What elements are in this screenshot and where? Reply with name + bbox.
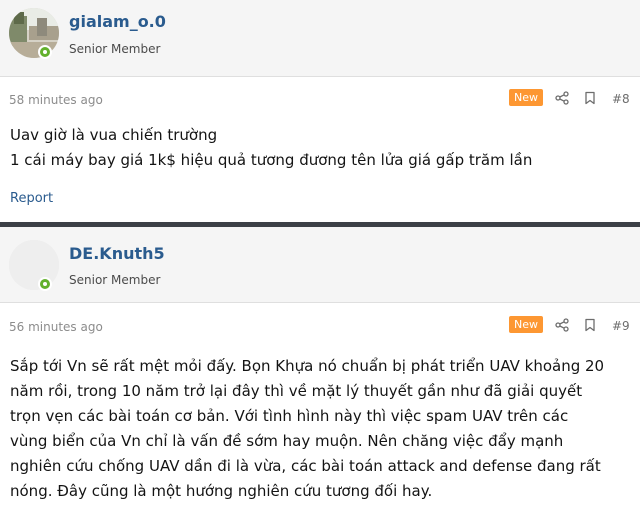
bookmark-icon[interactable] bbox=[583, 91, 597, 105]
post-body-line: vùng biển của Vn chỉ là vấn đề sớm hay m… bbox=[10, 432, 564, 450]
user-title: Senior Member bbox=[69, 42, 161, 56]
bookmark-icon[interactable] bbox=[583, 318, 597, 332]
post-header: gialam_o.0 Senior Member bbox=[0, 0, 640, 77]
online-status-icon bbox=[38, 45, 52, 59]
post-8: gialam_o.0 Senior Member 58 minutes ago … bbox=[0, 0, 640, 222]
username[interactable]: DE.Knuth5 bbox=[69, 244, 165, 263]
post-time[interactable]: 58 minutes ago bbox=[9, 93, 103, 107]
post-header: DE.Knuth5 Senior Member bbox=[0, 227, 640, 303]
post-9: DE.Knuth5 Senior Member 56 minutes ago N… bbox=[0, 227, 640, 521]
share-icon[interactable] bbox=[555, 91, 569, 105]
post-meta: 56 minutes ago New #9 bbox=[0, 303, 640, 343]
report-link[interactable]: Report bbox=[10, 191, 53, 206]
user-title: Senior Member bbox=[69, 273, 161, 287]
post-body-line: nóng. Đây cũng là một hướng nghiên cứu t… bbox=[10, 482, 433, 500]
new-badge: New bbox=[509, 89, 543, 106]
post-number-link[interactable]: #9 bbox=[612, 319, 630, 333]
post-body: Sắp tới Vn sẽ rất mệt mỏi đấy. Bọn Khựa … bbox=[0, 354, 640, 504]
post-body-line: trọn vẹn các bài toán cơ bản. Với tình h… bbox=[10, 407, 569, 425]
post-body: Uav giờ là vua chiến trường 1 cái máy ba… bbox=[0, 123, 640, 173]
new-badge: New bbox=[509, 316, 543, 333]
post-body-line: Sắp tới Vn sẽ rất mệt mỏi đấy. Bọn Khựa … bbox=[10, 357, 605, 375]
post-body-line: Uav giờ là vua chiến trường bbox=[10, 126, 218, 144]
share-icon[interactable] bbox=[555, 318, 569, 332]
online-status-icon bbox=[38, 277, 52, 291]
username[interactable]: gialam_o.0 bbox=[69, 12, 166, 31]
post-meta: 58 minutes ago New #8 bbox=[0, 77, 640, 117]
post-number-link[interactable]: #8 bbox=[612, 92, 630, 106]
post-body-line: nghiên cứu chống UAV dần đi là vừa, các … bbox=[10, 457, 601, 475]
post-body-line: năm rồi, trong 10 năm trở lại đây thì về… bbox=[10, 382, 583, 400]
post-body-line: 1 cái máy bay giá 1k$ hiệu quả tương đươ… bbox=[10, 151, 533, 169]
post-time[interactable]: 56 minutes ago bbox=[9, 320, 103, 334]
